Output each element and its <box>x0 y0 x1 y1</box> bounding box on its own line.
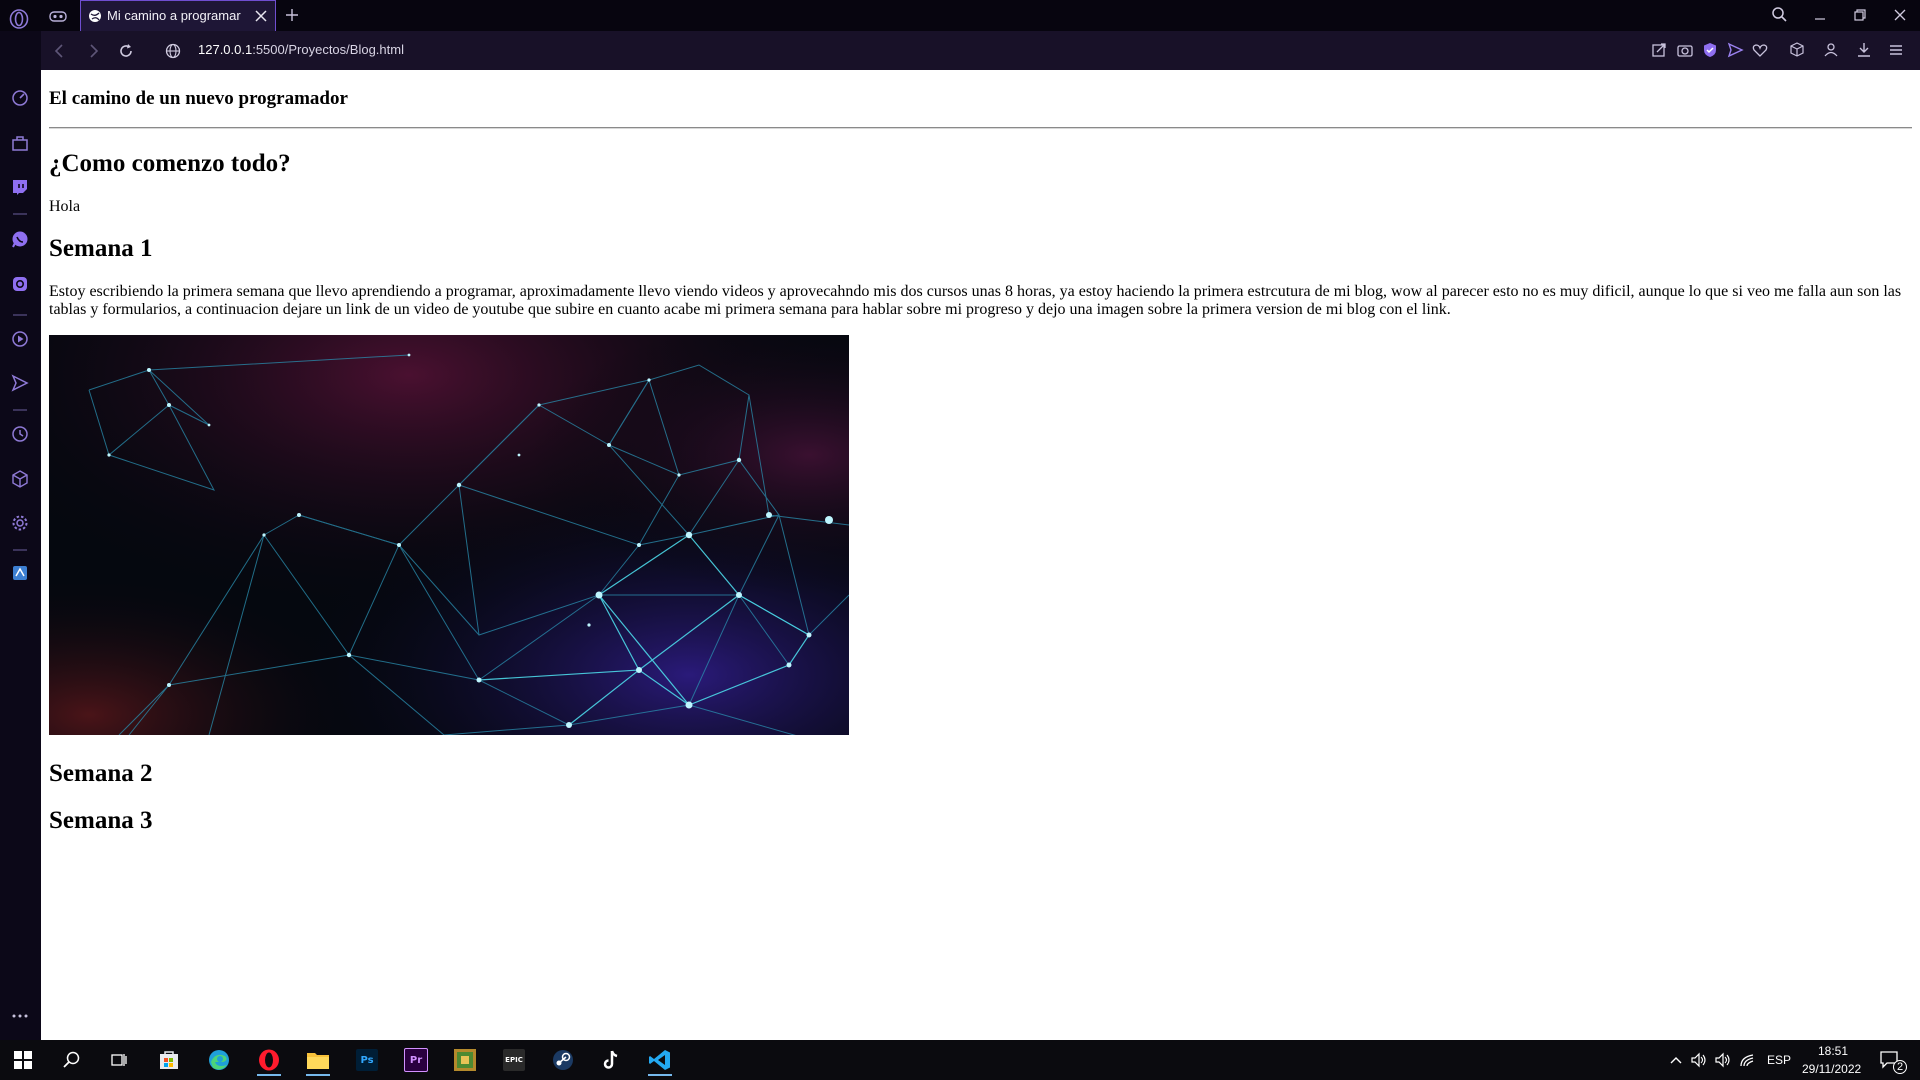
sidebar-separator <box>13 213 27 215</box>
taskbar-app-edge[interactable] <box>202 1044 236 1076</box>
vpn-shield-icon[interactable] <box>1701 41 1719 59</box>
taskbar-app-file-explorer[interactable] <box>301 1044 335 1076</box>
taskbar: Ps Pr EPIC ESP 18:51 29/11/2022 2 <box>0 1040 1920 1080</box>
show-hidden-icons-chevron-icon[interactable] <box>1669 1053 1683 1067</box>
sidebar <box>0 31 41 1040</box>
taskbar-app-photoshop[interactable]: Ps <box>350 1044 384 1076</box>
back-icon[interactable] <box>50 41 70 61</box>
instagram-icon[interactable] <box>10 274 30 294</box>
address-toolbar: 127.0.0.1:5500/Proyectos/Blog.html <box>41 31 1920 71</box>
extensions-cube-icon[interactable] <box>1788 41 1806 59</box>
speed-dial-icon[interactable] <box>10 88 30 108</box>
taskbar-app-opera[interactable] <box>252 1044 286 1076</box>
settings-gear-icon[interactable] <box>10 513 30 533</box>
opera-logo-icon[interactable] <box>9 9 29 29</box>
section-heading-inicio: ¿Como comenzo todo? <box>49 150 291 177</box>
sidebar-separator <box>13 409 27 411</box>
section-heading-semana-2: Semana 2 <box>49 760 153 787</box>
new-tab-icon[interactable] <box>283 6 301 24</box>
url-path: :5500/Proyectos/Blog.html <box>252 42 404 57</box>
task-view-icon <box>111 1054 127 1066</box>
clock-time[interactable]: 18:51 <box>1818 1044 1848 1058</box>
speaker-icon[interactable] <box>1690 1052 1708 1068</box>
tiktok-icon <box>603 1050 618 1069</box>
taskbar-app-epic-games[interactable]: EPIC <box>497 1044 531 1076</box>
reload-icon[interactable] <box>116 41 136 61</box>
start-button[interactable] <box>6 1044 40 1076</box>
taskbar-app-vscode[interactable] <box>643 1044 677 1076</box>
tab-active[interactable]: Mi camino a programar <box>80 0 276 31</box>
search-icon[interactable] <box>1769 5 1791 25</box>
web-page: El camino de un nuevo programador ¿Como … <box>41 70 1920 1040</box>
profile-icon[interactable] <box>1822 41 1840 59</box>
close-window-icon[interactable] <box>1889 5 1911 25</box>
premiere-icon: Pr <box>404 1048 428 1072</box>
folder-icon <box>307 1053 329 1069</box>
download-icon[interactable] <box>1855 41 1873 59</box>
share-icon[interactable] <box>1650 41 1668 59</box>
site-title: El camino de un nuevo programador <box>49 88 348 109</box>
section-paragraph-inicio: Hola <box>49 198 81 215</box>
volume-icon[interactable] <box>1714 1052 1732 1068</box>
taskbar-search-button[interactable] <box>55 1044 89 1076</box>
tab-title: Mi camino a programar <box>107 8 241 23</box>
sidebar-separator <box>13 314 27 316</box>
extensions-cube-icon[interactable] <box>10 469 30 489</box>
more-options-icon[interactable] <box>10 1006 30 1026</box>
opera-icon <box>259 1049 279 1071</box>
history-clock-icon[interactable] <box>10 424 30 444</box>
menu-icon[interactable] <box>1887 41 1905 59</box>
site-info-globe-icon[interactable] <box>163 41 183 61</box>
send-icon[interactable] <box>1726 41 1744 59</box>
app-shortcut-icon[interactable] <box>10 563 30 583</box>
url-host: 127.0.0.1 <box>198 42 253 57</box>
whatsapp-icon[interactable] <box>10 229 30 249</box>
section-paragraph-semana-1: Estoy escribiendo la primera semana que … <box>49 283 1902 318</box>
address-field[interactable]: 127.0.0.1:5500/Proyectos/Blog.html <box>198 42 404 57</box>
send-icon[interactable] <box>10 373 30 393</box>
minimize-icon[interactable] <box>1809 5 1831 25</box>
task-view-button[interactable] <box>102 1044 136 1076</box>
section-heading-semana-1: Semana 1 <box>49 235 153 262</box>
minecraft-icon <box>454 1049 476 1071</box>
twitch-icon[interactable] <box>10 177 30 197</box>
taskbar-app-minecraft[interactable] <box>448 1044 482 1076</box>
notification-count-badge: 2 <box>1893 1060 1908 1074</box>
taskbar-app-tiktok[interactable] <box>594 1044 628 1076</box>
close-tab-icon[interactable] <box>253 8 269 24</box>
clock-date[interactable]: 29/11/2022 <box>1802 1062 1861 1076</box>
vscode-icon <box>649 1050 670 1070</box>
language-indicator[interactable]: ESP <box>1767 1053 1791 1067</box>
player-icon[interactable] <box>10 329 30 349</box>
taskbar-app-store[interactable] <box>152 1044 186 1076</box>
globe-icon <box>89 10 101 22</box>
shopping-bag-icon[interactable] <box>10 133 30 153</box>
windows-logo-icon <box>14 1051 32 1069</box>
tab-bar: Mi camino a programar <box>0 0 1920 31</box>
taskbar-app-steam[interactable] <box>546 1044 580 1076</box>
edge-icon <box>209 1050 229 1070</box>
camera-icon[interactable] <box>1676 41 1694 59</box>
heart-icon[interactable] <box>1751 41 1769 59</box>
epic-games-icon: EPIC <box>503 1049 525 1071</box>
steam-icon <box>553 1050 573 1070</box>
taskbar-app-premiere[interactable]: Pr <box>399 1044 433 1076</box>
horizontal-rule <box>49 127 1912 129</box>
store-icon <box>160 1051 178 1069</box>
sidebar-separator <box>13 549 27 551</box>
section-heading-semana-3: Semana 3 <box>49 807 153 834</box>
photoshop-icon: Ps <box>356 1049 378 1071</box>
wifi-icon[interactable] <box>1739 1052 1757 1068</box>
network-background-image <box>49 335 849 735</box>
tab-search-icon[interactable] <box>48 8 68 24</box>
restore-icon[interactable] <box>1849 5 1871 25</box>
forward-icon[interactable] <box>83 41 103 61</box>
search-icon <box>63 1051 80 1068</box>
